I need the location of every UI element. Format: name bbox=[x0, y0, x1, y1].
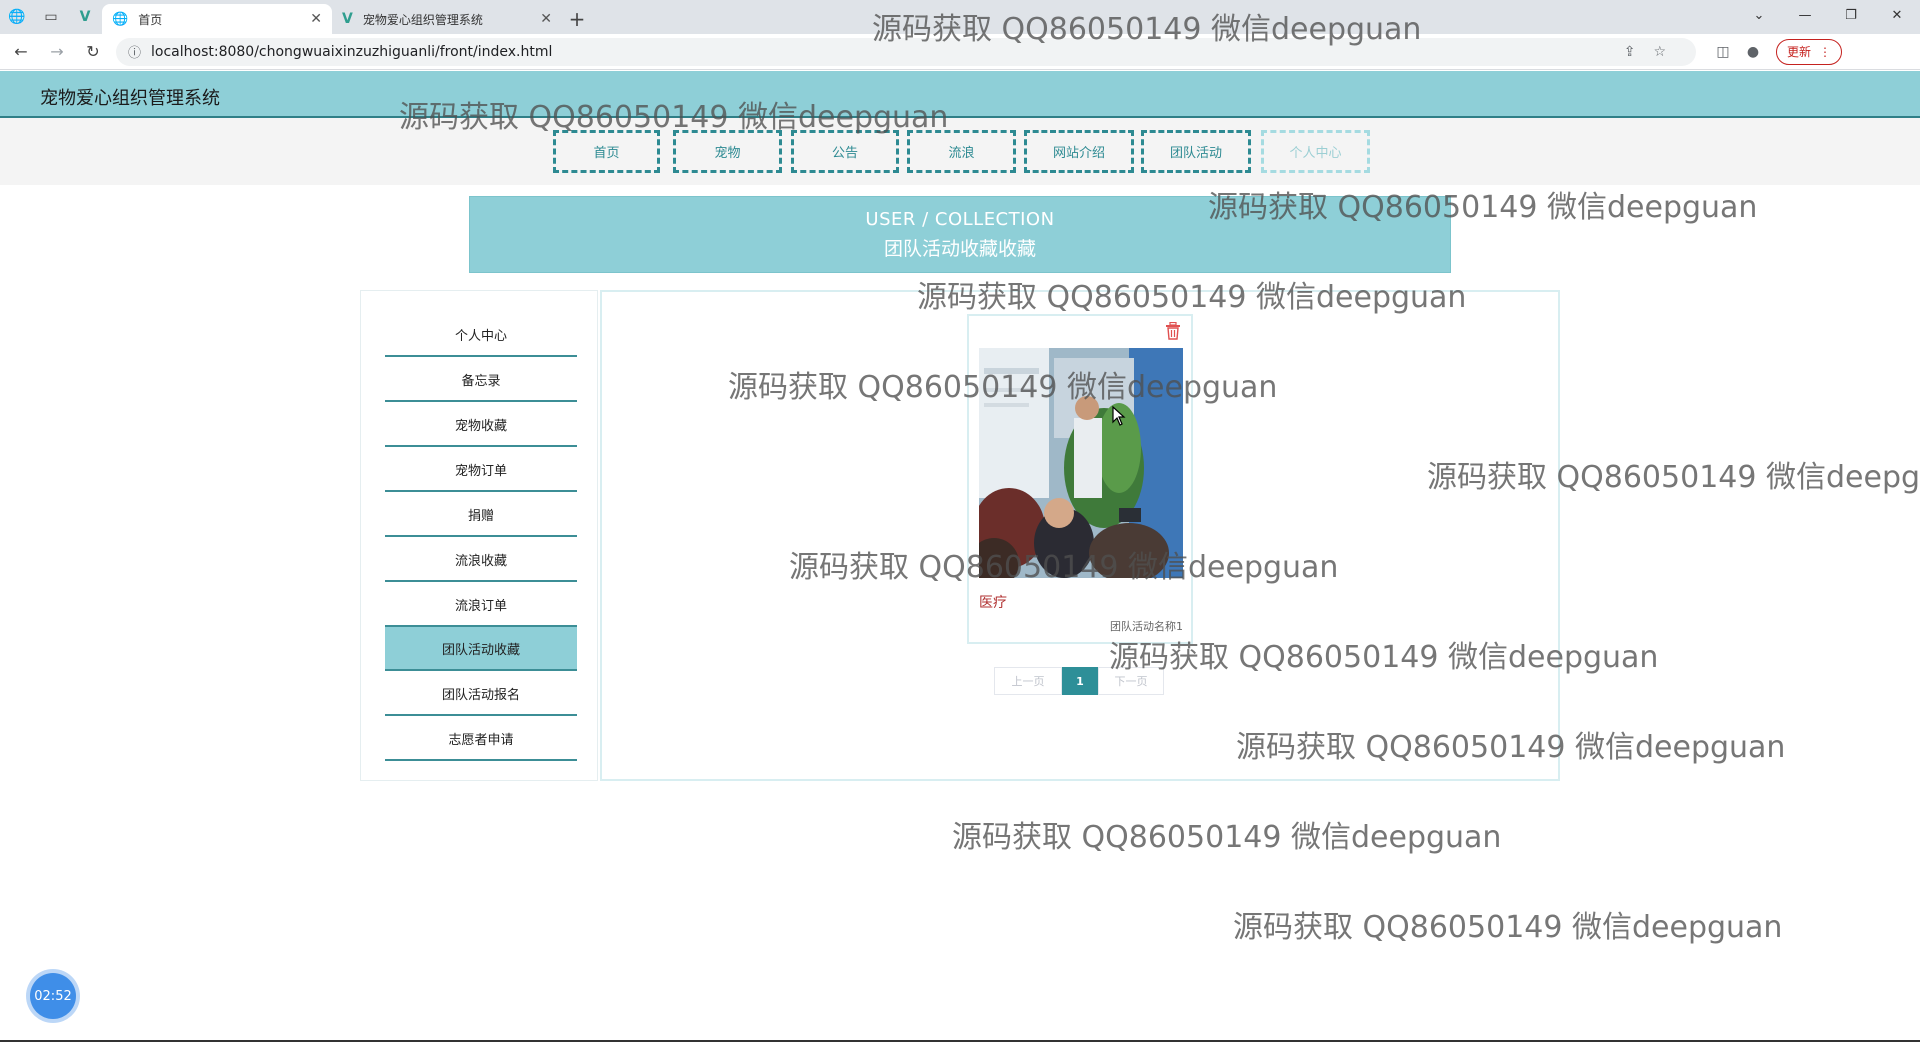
sidebar-item-pet-orders[interactable]: 宠物订单 bbox=[385, 448, 577, 492]
url-input[interactable]: ⓘ localhost:8080/chongwuaixinzuzhiguanli… bbox=[116, 37, 1696, 66]
minimize-icon[interactable]: — bbox=[1782, 0, 1828, 30]
tab-title: 宠物爱心组织管理系统 bbox=[362, 12, 483, 27]
collection-card[interactable]: 医疗 团队活动名称1 bbox=[967, 314, 1193, 644]
update-button[interactable]: 更新 ⋮ bbox=[1776, 38, 1843, 65]
sidebar-item-stray-orders[interactable]: 流浪订单 bbox=[385, 583, 577, 627]
address-bar: ← → ↻ ⓘ localhost:8080/chongwuaixinzuzhi… bbox=[0, 34, 1920, 70]
trash-icon[interactable] bbox=[1165, 322, 1181, 340]
share-star-icons[interactable]: ⇪☆ bbox=[1624, 44, 1684, 60]
activity-photo[interactable] bbox=[979, 348, 1183, 578]
main-nav: 首页 宠物 公告 流浪 网站介绍 团队活动 个人中心 bbox=[0, 118, 1920, 185]
nav-strays[interactable]: 流浪 bbox=[907, 130, 1016, 173]
prev-page-button[interactable]: 上一页 bbox=[994, 667, 1062, 695]
tab-title: 首页 bbox=[138, 12, 163, 27]
site-title: 宠物爱心组织管理系统 bbox=[40, 88, 220, 109]
pinned-tab-globe-icon[interactable]: 🌐 bbox=[0, 2, 34, 32]
sidebar-item-team-activity-signup[interactable]: 团队活动报名 bbox=[385, 672, 577, 716]
next-page-button[interactable]: 下一页 bbox=[1098, 667, 1164, 695]
new-tab-button[interactable]: + bbox=[562, 4, 592, 34]
watermark-text: 源码获取 QQ86050149 微信deepguan bbox=[952, 820, 1502, 855]
nav-pets[interactable]: 宠物 bbox=[673, 130, 782, 173]
banner-english-title: USER / COLLECTION bbox=[865, 208, 1055, 230]
nav-notices[interactable]: 公告 bbox=[791, 130, 899, 173]
browser-tab-home[interactable]: 🌐 首页 ✕ bbox=[102, 4, 332, 34]
browser-tab-strip: 🌐 ▭ V 🌐 首页 ✕ V 宠物爱心组织管理系统 ✕ + ⌄ — ❐ ✕ bbox=[0, 0, 1920, 34]
close-icon[interactable]: ✕ bbox=[310, 11, 322, 27]
menu-dots-icon[interactable]: ⋮ bbox=[1819, 45, 1831, 59]
sidebar-item-team-activity-favorites[interactable]: 团队活动收藏 bbox=[385, 627, 577, 671]
globe-icon: 🌐 bbox=[112, 11, 129, 27]
update-label: 更新 bbox=[1787, 45, 1812, 59]
pinned-tab-blank-icon[interactable]: ▭ bbox=[34, 2, 68, 32]
nav-team-activities[interactable]: 团队活动 bbox=[1141, 130, 1251, 173]
pagination: 上一页 1 下一页 bbox=[994, 667, 1164, 695]
forward-arrow-icon[interactable]: → bbox=[42, 37, 72, 67]
close-icon[interactable]: ✕ bbox=[540, 11, 552, 27]
reload-icon[interactable]: ↻ bbox=[78, 37, 108, 67]
tab-search-chevron-icon[interactable]: ⌄ bbox=[1736, 0, 1782, 30]
nav-home[interactable]: 首页 bbox=[553, 130, 660, 173]
sidebar-item-volunteer-application[interactable]: 志愿者申请 bbox=[385, 717, 577, 761]
activity-name: 团队活动名称1 bbox=[1110, 620, 1183, 633]
site-info-icon[interactable]: ⓘ bbox=[128, 42, 141, 61]
mouse-cursor-icon bbox=[1112, 406, 1126, 426]
sidebar-item-user-center[interactable]: 个人中心 bbox=[385, 313, 577, 357]
restore-icon[interactable]: ❐ bbox=[1828, 0, 1874, 30]
window-close-icon[interactable]: ✕ bbox=[1874, 0, 1920, 30]
recording-timer-badge[interactable]: 02:52 bbox=[30, 973, 76, 1019]
nav-site-intro[interactable]: 网站介绍 bbox=[1024, 130, 1134, 173]
sidebar-item-donation[interactable]: 捐赠 bbox=[385, 493, 577, 537]
sidebar-icon[interactable]: ◫ bbox=[1708, 44, 1738, 60]
watermark-text: 源码获取 QQ86050149 微信deepguan bbox=[1233, 910, 1783, 945]
user-sidebar: 个人中心 备忘录 宠物收藏 宠物订单 捐赠 流浪收藏 流浪订单 团队活动收藏 团… bbox=[360, 290, 598, 781]
profile-avatar-icon[interactable]: ● bbox=[1738, 44, 1768, 60]
banner-chinese-title: 团队活动收藏收藏 bbox=[883, 237, 1036, 260]
site-header: 宠物爱心组织管理系统 bbox=[0, 71, 1920, 118]
nav-user-center[interactable]: 个人中心 bbox=[1261, 130, 1370, 173]
sidebar-item-stray-favorites[interactable]: 流浪收藏 bbox=[385, 538, 577, 582]
url-text: localhost:8080/chongwuaixinzuzhiguanli/f… bbox=[151, 43, 553, 60]
back-arrow-icon[interactable]: ← bbox=[6, 37, 36, 67]
page-banner: USER / COLLECTION 团队活动收藏收藏 bbox=[469, 196, 1451, 273]
page-number-1[interactable]: 1 bbox=[1062, 667, 1098, 695]
vue-icon: V bbox=[342, 11, 353, 27]
sidebar-item-memo[interactable]: 备忘录 bbox=[385, 358, 577, 402]
sidebar-item-pet-favorites[interactable]: 宠物收藏 bbox=[385, 403, 577, 447]
pinned-tab-vue-icon[interactable]: V bbox=[68, 2, 102, 32]
activity-category: 医疗 bbox=[979, 595, 1007, 611]
browser-tab-system[interactable]: V 宠物爱心组织管理系统 ✕ bbox=[332, 4, 562, 34]
